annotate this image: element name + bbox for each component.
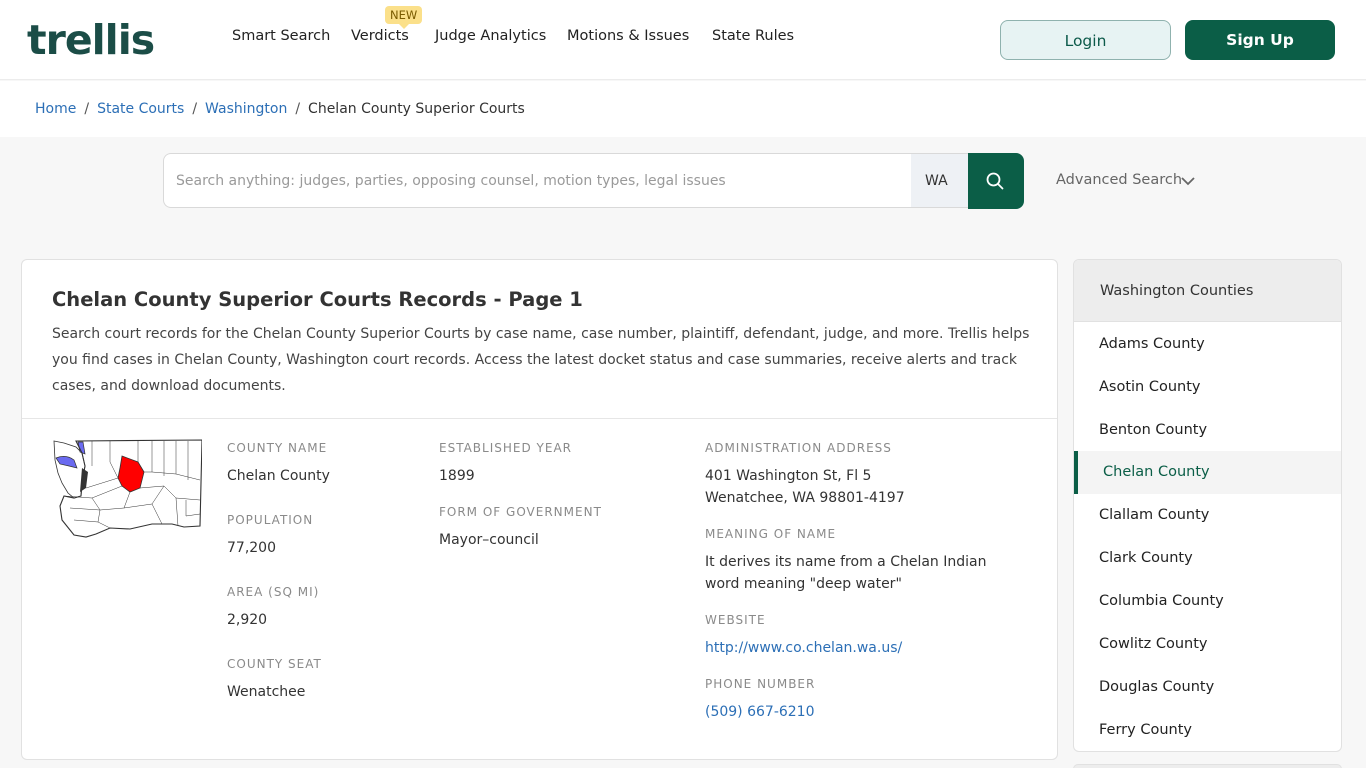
page-description: Search court records for the Chelan Coun…: [52, 326, 1030, 394]
divider: [22, 418, 1057, 419]
breadcrumb-separator: /: [84, 101, 90, 117]
sidebar-item-douglas[interactable]: Douglas County: [1074, 666, 1341, 709]
area-label: AREA (SQ MI): [227, 585, 320, 599]
sidebar-item-label: Columbia County: [1099, 593, 1224, 609]
search-button[interactable]: [968, 153, 1024, 209]
sidebar-item-label: Douglas County: [1099, 679, 1215, 695]
meaning-line1: It derives its name from a Chelan Indian: [705, 554, 987, 570]
signup-button[interactable]: Sign Up: [1185, 20, 1335, 60]
address-line2: Wenatchee, WA 98801-4197: [705, 490, 905, 506]
address-line1: 401 Washington St, Fl 5: [705, 468, 872, 484]
state-selector[interactable]: WA: [911, 153, 968, 208]
county-seat-label: COUNTY SEAT: [227, 657, 322, 671]
government-label: FORM OF GOVERNMENT: [439, 505, 602, 519]
website-link[interactable]: http://www.co.chelan.wa.us/: [705, 637, 902, 659]
breadcrumb: Home / State Courts / Washington / Chelan Coun…: [35, 101, 525, 117]
nav-state-rules[interactable]: State Rules: [712, 28, 794, 44]
meaning-line2: word meaning "deep water": [705, 576, 902, 592]
population-value: 77,200: [227, 540, 276, 556]
advanced-search-toggle[interactable]: Advanced Search: [1056, 172, 1195, 188]
secondary-sidebar-panel: [1073, 764, 1342, 768]
nav-smart-search[interactable]: Smart Search: [232, 28, 330, 44]
sidebar-item-asotin[interactable]: Asotin County: [1074, 366, 1341, 409]
sidebar-item-label: Chelan County: [1103, 464, 1210, 480]
sidebar-header: Washington Counties: [1074, 260, 1341, 322]
address-label: ADMINISTRATION ADDRESS: [705, 441, 892, 455]
phone-label: PHONE NUMBER: [705, 677, 816, 691]
county-seat-value: Wenatchee: [227, 684, 306, 700]
new-badge: NEW: [385, 6, 423, 29]
county-name-value: Chelan County: [227, 468, 330, 484]
breadcrumb-current: Chelan County Superior Courts: [308, 101, 525, 117]
phone-link[interactable]: (509) 667-6210: [705, 701, 815, 723]
chevron-down-icon: [1181, 177, 1195, 186]
sidebar-item-clark[interactable]: Clark County: [1074, 537, 1341, 580]
sidebar-item-label: Ferry County: [1099, 722, 1192, 738]
sidebar-item-label: Cowlitz County: [1099, 636, 1208, 652]
breadcrumb-home[interactable]: Home: [35, 101, 76, 117]
established-label: ESTABLISHED YEAR: [439, 441, 572, 455]
search-icon: [986, 172, 1004, 190]
sidebar-title: Washington Counties: [1100, 283, 1254, 299]
area-value: 2,920: [227, 612, 268, 628]
counties-sidebar: Washington Counties Adams County Asotin …: [1073, 259, 1342, 752]
government-value: Mayor–council: [439, 532, 539, 548]
sidebar-item-clallam[interactable]: Clallam County: [1074, 494, 1341, 537]
search-bar: WA: [163, 153, 1024, 209]
sidebar-item-label: Clark County: [1099, 550, 1193, 566]
breadcrumb-separator: /: [192, 101, 198, 117]
sidebar-item-label: Clallam County: [1099, 507, 1210, 523]
breadcrumb-bar: Home / State Courts / Washington / Chelan Coun…: [0, 81, 1366, 137]
county-name-label: COUNTY NAME: [227, 441, 328, 455]
sidebar-item-label: Asotin County: [1099, 379, 1201, 395]
sidebar-item-label: Benton County: [1099, 422, 1208, 438]
nav-motions-issues[interactable]: Motions & Issues: [567, 28, 689, 44]
trellis-logo[interactable]: trellis: [27, 17, 155, 63]
sidebar-item-chelan[interactable]: Chelan County: [1074, 451, 1341, 494]
court-info-card: Chelan County Superior Courts Records - …: [21, 259, 1058, 760]
nav-verdicts[interactable]: Verdicts: [351, 28, 409, 44]
page-title: Chelan County Superior Courts Records - …: [52, 288, 583, 311]
website-label: WEBSITE: [705, 613, 766, 627]
sidebar-item-label: Adams County: [1099, 336, 1205, 352]
established-value: 1899: [439, 468, 475, 484]
top-header: trellis Smart Search Verdicts Judge Anal…: [0, 0, 1366, 80]
nav-judge-analytics[interactable]: Judge Analytics: [435, 28, 546, 44]
sidebar-item-columbia[interactable]: Columbia County: [1074, 580, 1341, 623]
advanced-search-label: Advanced Search: [1056, 172, 1183, 188]
breadcrumb-separator: /: [295, 101, 301, 117]
sidebar-item-adams[interactable]: Adams County: [1074, 323, 1341, 366]
breadcrumb-state-courts[interactable]: State Courts: [97, 101, 184, 117]
meaning-label: MEANING OF NAME: [705, 527, 837, 541]
population-label: POPULATION: [227, 513, 314, 527]
breadcrumb-washington[interactable]: Washington: [205, 101, 287, 117]
washington-county-map: [53, 439, 202, 538]
search-input[interactable]: [163, 153, 912, 208]
sidebar-item-ferry[interactable]: Ferry County: [1074, 709, 1341, 751]
sidebar-item-cowlitz[interactable]: Cowlitz County: [1074, 623, 1341, 666]
login-button[interactable]: Login: [1000, 20, 1171, 60]
sidebar-item-benton[interactable]: Benton County: [1074, 409, 1341, 452]
